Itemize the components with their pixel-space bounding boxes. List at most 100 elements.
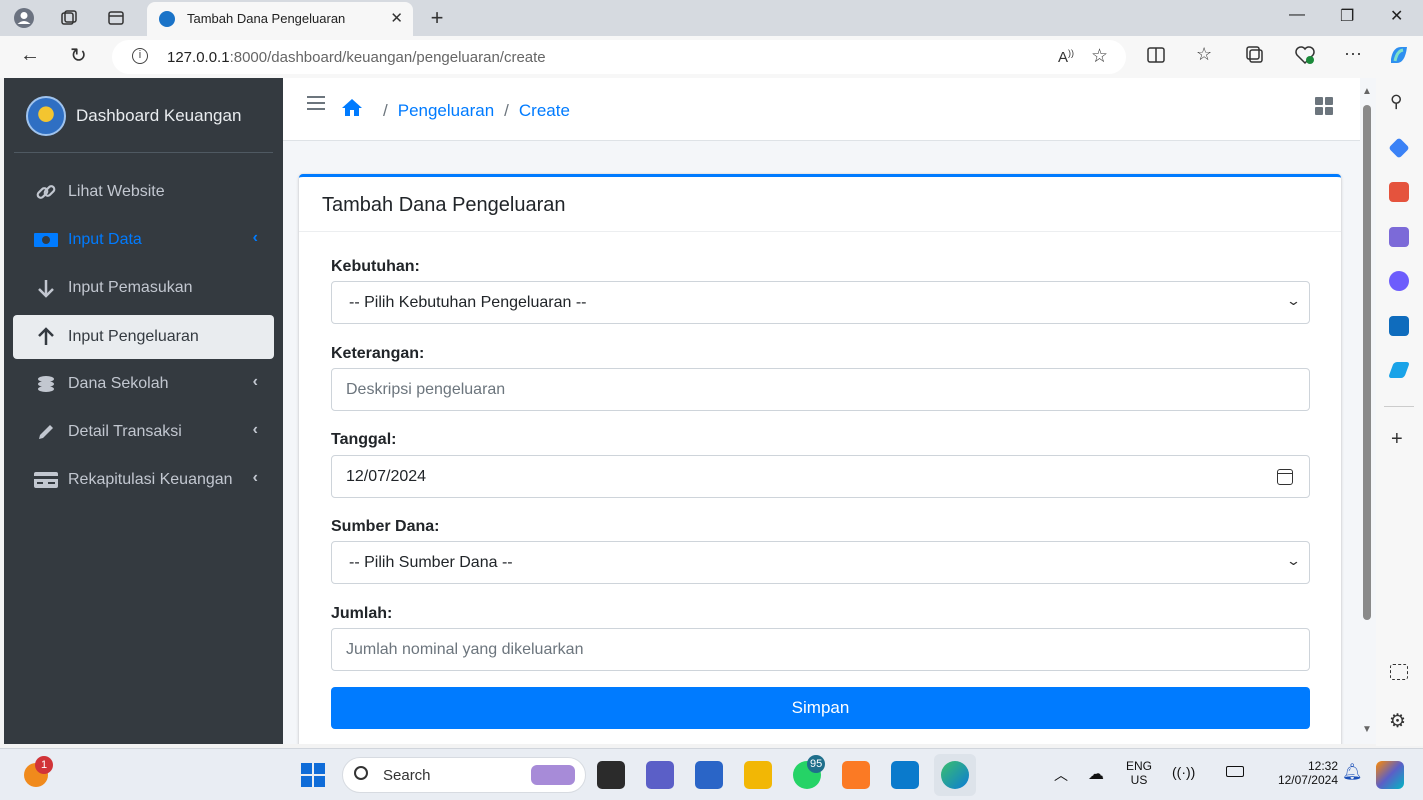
arrow-up-icon xyxy=(34,325,58,349)
new-tab-icon[interactable]: + xyxy=(425,5,449,30)
add-icon[interactable]: + xyxy=(1391,428,1403,451)
search-icon xyxy=(354,766,368,780)
search-icon[interactable]: ⚲ xyxy=(1390,92,1402,112)
chevron-left-icon: ‹ xyxy=(252,469,258,486)
workspaces-icon[interactable] xyxy=(57,6,81,30)
hamburger-menu-icon[interactable] xyxy=(307,96,325,114)
home-icon[interactable] xyxy=(341,98,363,123)
send-icon[interactable] xyxy=(1388,362,1410,378)
taskbar-search[interactable]: Search xyxy=(342,757,586,793)
panel-divider xyxy=(1384,406,1414,407)
shopping-tag-icon[interactable] xyxy=(1388,137,1410,159)
keterangan-label: Keterangan: xyxy=(331,345,425,362)
edge-taskbar-active[interactable] xyxy=(934,754,976,796)
split-screen-icon[interactable] xyxy=(1146,45,1166,70)
xampp-icon[interactable] xyxy=(842,761,870,789)
keterangan-input[interactable]: Deskripsi pengeluaran xyxy=(331,368,1310,411)
sidebar-item-input-pengeluaran[interactable]: Input Pengeluaran xyxy=(13,315,274,359)
sidebar-item-detail-transaksi[interactable]: Detail Transaksi ‹ xyxy=(13,410,274,454)
sidebar-item-lihat-website[interactable]: Lihat Website xyxy=(13,170,274,214)
games-icon[interactable] xyxy=(1389,227,1409,247)
tray-overflow-icon[interactable]: ︿ xyxy=(1054,765,1068,785)
brand-logo xyxy=(26,96,66,136)
form-card: Tambah Dana Pengeluaran Kebutuhan: -- Pi… xyxy=(299,174,1341,744)
profile-icon[interactable] xyxy=(12,6,36,30)
minimize-icon[interactable]: — xyxy=(1289,6,1305,24)
scroll-down-icon[interactable]: ▼ xyxy=(1362,724,1372,735)
active-tab[interactable]: Tambah Dana Pengeluaran ✕ xyxy=(147,2,413,36)
close-tab-icon[interactable]: ✕ xyxy=(390,9,403,27)
edge-icon xyxy=(941,761,969,789)
site-info-icon[interactable]: i xyxy=(132,48,148,64)
edge-sidebar: ⚲ + ⚙ xyxy=(1376,78,1423,746)
back-icon[interactable]: ← xyxy=(20,44,40,67)
search-highlight-image xyxy=(531,765,575,785)
simpan-button[interactable]: Simpan xyxy=(331,687,1310,729)
tanggal-date-input[interactable]: 12/07/2024 xyxy=(331,455,1310,498)
scroll-thumb[interactable] xyxy=(1363,105,1371,620)
more-menu-icon[interactable]: ··· xyxy=(1344,43,1362,64)
copilot-preview-icon[interactable] xyxy=(1376,761,1404,789)
tab-title: Tambah Dana Pengeluaran xyxy=(187,11,346,26)
refresh-icon[interactable]: ↻ xyxy=(70,43,87,68)
favorite-star-icon[interactable]: ☆ xyxy=(1091,45,1108,68)
task-view-icon[interactable] xyxy=(597,761,625,789)
jumlah-input[interactable]: Jumlah nominal yang dikeluarkan xyxy=(331,628,1310,671)
microsoft-365-icon[interactable] xyxy=(1389,271,1409,291)
page-scrollbar[interactable]: ▲ ▼ xyxy=(1360,78,1376,744)
restore-icon[interactable]: ❐ xyxy=(1340,6,1354,26)
sumber-dana-selected-value: -- Pilih Sumber Dana -- xyxy=(349,554,513,571)
favorites-icon[interactable]: ☆ xyxy=(1196,44,1212,65)
address-bar-row: ← ↻ i 127.0.0.1:8000/dashboard/keuangan/… xyxy=(0,36,1423,78)
breadcrumb-create[interactable]: Create xyxy=(519,101,570,121)
copilot-icon[interactable] xyxy=(1387,43,1411,72)
sidebar-item-label: Rekapitulasi Keuangan xyxy=(68,471,233,488)
vertical-tabs-icon[interactable] xyxy=(104,6,128,30)
collections-icon[interactable] xyxy=(1245,45,1265,70)
calendar-icon[interactable] xyxy=(1277,469,1293,485)
sidebar-item-rekapitulasi-keuangan[interactable]: Rekapitulasi Keuangan ‹ xyxy=(13,458,274,502)
sidebar-item-input-data[interactable]: Input Data ‹ xyxy=(13,218,274,262)
tools-icon[interactable] xyxy=(1389,182,1409,202)
outlook-icon[interactable] xyxy=(1389,316,1409,336)
link-icon xyxy=(34,180,58,204)
kebutuhan-select[interactable]: -- Pilih Kebutuhan Pengeluaran -- ⌄ xyxy=(331,281,1310,324)
sumber-dana-label: Sumber Dana: xyxy=(331,518,440,535)
url-field[interactable]: i 127.0.0.1:8000/dashboard/keuangan/peng… xyxy=(112,40,1126,74)
chevron-down-icon: ⌄ xyxy=(1285,293,1302,308)
file-explorer-icon[interactable] xyxy=(744,761,772,789)
brand-link[interactable]: Dashboard Keuangan xyxy=(4,78,283,153)
scroll-up-icon[interactable]: ▲ xyxy=(1362,86,1372,97)
site-favicon-icon xyxy=(159,11,175,27)
sidebar-item-label: Dana Sekolah xyxy=(68,375,169,392)
card-header: Tambah Dana Pengeluaran xyxy=(299,177,1341,232)
search-label: Search xyxy=(383,767,431,784)
close-window-icon[interactable]: ✕ xyxy=(1390,6,1403,26)
sidebar-item-label: Detail Transaksi xyxy=(68,423,182,440)
language-indicator[interactable]: ENG US xyxy=(1124,759,1154,787)
pencil-icon xyxy=(34,420,58,444)
brand-divider xyxy=(14,152,273,153)
read-aloud-icon[interactable]: A)) xyxy=(1058,48,1074,66)
settings-gear-icon[interactable]: ⚙ xyxy=(1389,710,1406,733)
clock[interactable]: 12:32 12/07/2024 xyxy=(1258,759,1338,787)
jumlah-label: Jumlah: xyxy=(331,605,393,622)
vscode-icon[interactable] xyxy=(891,761,919,789)
chevron-down-icon: ⌄ xyxy=(1285,553,1302,568)
apps-grid-icon[interactable] xyxy=(1315,97,1333,115)
onedrive-icon[interactable]: ☁ xyxy=(1088,764,1104,784)
sidebar-item-input-pemasukan[interactable]: Input Pemasukan xyxy=(13,266,274,310)
sumber-dana-select[interactable]: -- Pilih Sumber Dana -- ⌄ xyxy=(331,541,1310,584)
breadcrumb-pengeluaran[interactable]: Pengeluaran xyxy=(398,101,494,121)
breadcrumb: / Pengeluaran / Create xyxy=(341,98,570,123)
wifi-icon[interactable]: ((·)) xyxy=(1172,764,1195,780)
sidebar-item-dana-sekolah[interactable]: Dana Sekolah ‹ xyxy=(13,362,274,406)
teams-icon[interactable] xyxy=(646,761,674,789)
browser-essentials-icon[interactable] xyxy=(1294,45,1316,70)
battery-icon[interactable] xyxy=(1226,766,1244,777)
notification-bell-icon[interactable]: 🔔︎ xyxy=(1342,762,1362,782)
money-icon xyxy=(34,228,58,252)
windows-start-icon[interactable] xyxy=(299,761,327,789)
screenshot-icon[interactable] xyxy=(1390,664,1408,680)
microsoft-store-icon[interactable] xyxy=(695,761,723,789)
